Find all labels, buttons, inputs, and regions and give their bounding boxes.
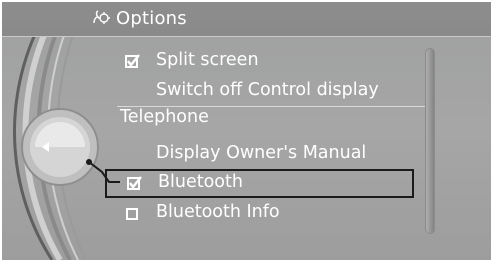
page-title: Options: [116, 8, 187, 29]
idrive-options-screen: Options Split screen Switch off Control …: [2, 2, 491, 260]
menu-item-label: Bluetooth Info: [156, 202, 280, 222]
menu-item-bluetooth[interactable]: Bluetooth: [105, 169, 414, 198]
checkbox-unchecked-icon: [126, 208, 138, 220]
menu-item-label: Bluetooth: [158, 172, 243, 192]
title-bar: Options: [2, 2, 491, 37]
menu-item-owners-manual[interactable]: Display Owner's Manual: [105, 140, 414, 169]
checkbox-checked-icon: [127, 176, 142, 190]
options-settings-icon: [93, 10, 110, 24]
menu-item-switch-off-display[interactable]: Switch off Control display: [105, 77, 414, 106]
menu-item-bluetooth-info[interactable]: Bluetooth Info: [105, 199, 414, 228]
menu-item-label: Split screen: [156, 50, 259, 70]
menu-item-split-screen[interactable]: Split screen: [105, 47, 414, 76]
section-title-telephone: Telephone: [120, 107, 209, 127]
menu-item-label: Switch off Control display: [156, 80, 379, 100]
checkbox-checked-icon: [125, 54, 140, 68]
menu-item-label: Display Owner's Manual: [156, 143, 367, 163]
scrollbar[interactable]: [425, 48, 435, 234]
